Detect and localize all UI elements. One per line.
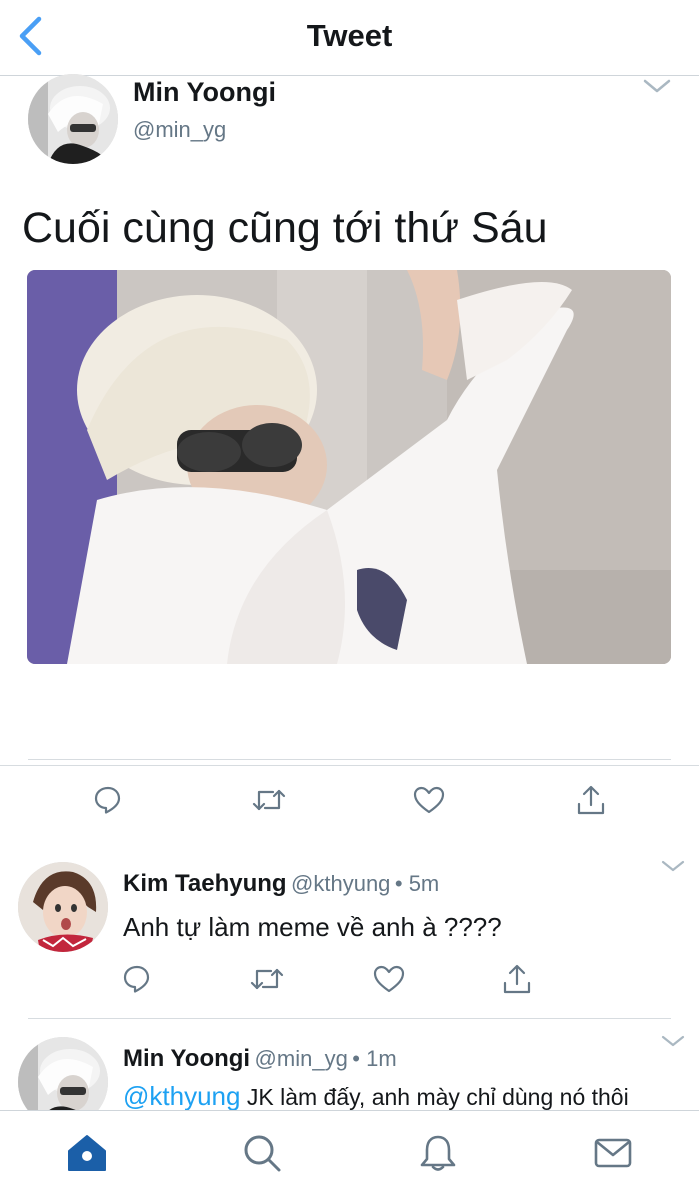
tweet-text: Cuối cùng cũng tới thứ Sáu — [22, 204, 548, 252]
tab-notifications[interactable] — [416, 1131, 460, 1175]
mention-link[interactable]: @kthyung — [123, 1081, 240, 1110]
search-icon — [244, 1135, 281, 1172]
tab-messages[interactable] — [591, 1131, 635, 1175]
reply-text: Anh tự làm meme về anh à ???? — [123, 912, 502, 942]
reply-header: Kim Taehyung @kthyung • 5m — [123, 870, 439, 898]
share-button[interactable] — [571, 780, 611, 820]
share-icon — [503, 964, 531, 994]
reply-share-button[interactable] — [497, 959, 537, 999]
retweet-button[interactable] — [249, 780, 289, 820]
retweet-icon — [250, 968, 284, 990]
messages-icon — [594, 1138, 632, 1168]
author-avatar[interactable] — [28, 74, 118, 164]
action-divider — [28, 759, 671, 760]
tweet-options-button[interactable] — [640, 76, 674, 96]
reply-tweet[interactable]: Min Yoongi @min_yg • 1m @kthyung JK làm … — [0, 1019, 699, 1110]
reply-avatar[interactable] — [18, 862, 108, 952]
tab-bar — [0, 1110, 699, 1200]
reply-button[interactable] — [88, 780, 128, 820]
author-name[interactable]: Min Yoongi — [133, 77, 276, 108]
retweet-icon — [252, 789, 286, 811]
reply-options-button[interactable] — [656, 1031, 690, 1051]
home-icon — [68, 1135, 106, 1171]
reply-tweet[interactable]: Kim Taehyung @kthyung • 5m Anh tự làm me… — [0, 842, 699, 1018]
notifications-icon — [420, 1135, 456, 1171]
like-button[interactable] — [409, 780, 449, 820]
reply-like-button[interactable] — [369, 959, 409, 999]
reply-retweet-button[interactable] — [247, 959, 287, 999]
chevron-down-icon — [643, 79, 671, 93]
tweet-media-photo[interactable] — [27, 270, 671, 664]
main-tweet: Min Yoongi @min_yg Cuối cùng cũng tới th… — [0, 0, 699, 815]
author-handle[interactable]: @min_yg — [133, 117, 226, 143]
reply-author-handle[interactable]: @kthyung — [291, 871, 390, 896]
reply-icon — [94, 786, 121, 814]
reply-reply-button[interactable] — [117, 959, 157, 999]
reply-avatar[interactable] — [18, 1037, 108, 1110]
tab-home[interactable] — [65, 1131, 109, 1175]
reply-timestamp: • 1m — [352, 1046, 397, 1071]
chevron-down-icon — [661, 860, 685, 872]
photo-icon — [27, 270, 671, 664]
reply-header: Min Yoongi @min_yg • 1m — [123, 1045, 397, 1073]
like-icon — [373, 965, 405, 993]
reply-options-button[interactable] — [656, 856, 690, 876]
like-icon — [413, 786, 445, 814]
reply-author-handle[interactable]: @min_yg — [255, 1046, 348, 1071]
chevron-down-icon — [661, 1035, 685, 1047]
reply-author-name[interactable]: Kim Taehyung — [123, 870, 287, 897]
reply-text: @kthyung JK làm đấy, anh mày chỉ dùng nó… — [123, 1081, 629, 1110]
reply-author-name[interactable]: Min Yoongi — [123, 1045, 250, 1072]
reply-text-body: JK làm đấy, anh mày chỉ dùng nó thôi — [240, 1084, 629, 1110]
share-icon — [577, 785, 605, 815]
reply-timestamp: • 5m — [394, 871, 440, 896]
tab-search[interactable] — [240, 1131, 284, 1175]
reply-icon — [123, 965, 150, 993]
